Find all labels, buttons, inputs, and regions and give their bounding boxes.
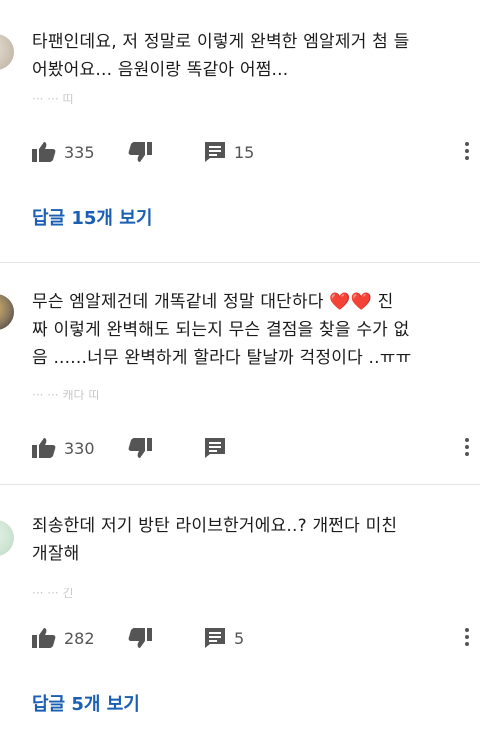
thumbs-down-icon <box>128 438 152 458</box>
view-replies-link[interactable]: 답글 5개 보기 <box>32 690 140 716</box>
faded-text: ··· ··· 띠 <box>32 94 74 104</box>
comment-icon <box>205 142 225 162</box>
reply-count: 5 <box>234 628 245 648</box>
divider <box>0 484 480 485</box>
like-count: 335 <box>64 142 95 162</box>
avatar[interactable] <box>0 294 14 330</box>
divider <box>0 262 480 263</box>
comment-text: 죄송한데 저기 방탄 라이브한거에요..? 개쩐다 미친 개잘해 <box>32 516 398 564</box>
comment-text: 무슨 엠알제건데 개똑같네 정말 대단하다 ❤️❤️ 진 짜 이렇게 완벽해도 … <box>32 292 412 368</box>
comment-actions: 335 15 <box>0 132 480 172</box>
comment-actions: 330 <box>0 428 480 468</box>
comment-actions: 282 5 <box>0 618 480 658</box>
dislike-button[interactable] <box>128 132 152 172</box>
reply-button[interactable]: 5 <box>204 618 244 658</box>
more-vert-icon[interactable] <box>464 628 470 648</box>
dislike-button[interactable] <box>128 618 152 658</box>
thumbs-up-icon <box>32 142 56 162</box>
reply-button[interactable]: 15 <box>204 132 254 172</box>
reply-count: 15 <box>234 142 255 162</box>
like-count: 330 <box>64 438 95 458</box>
dislike-button[interactable] <box>128 428 152 468</box>
more-vert-icon[interactable] <box>464 438 470 458</box>
comment-icon <box>205 628 225 648</box>
thumbs-down-icon <box>128 628 152 648</box>
like-button[interactable]: 335 <box>32 132 95 172</box>
reply-button[interactable] <box>204 428 226 468</box>
thumbs-down-icon <box>128 142 152 162</box>
avatar[interactable] <box>0 520 14 556</box>
view-replies-link[interactable]: 답글 15개 보기 <box>32 204 152 230</box>
thumbs-up-icon <box>32 628 56 648</box>
like-button[interactable]: 282 <box>32 618 95 658</box>
like-count: 282 <box>64 628 95 648</box>
faded-text: ··· ··· 캐다 띠 <box>32 390 100 400</box>
faded-text: ··· ··· 긴 <box>32 588 74 598</box>
like-button[interactable]: 330 <box>32 428 95 468</box>
more-vert-icon[interactable] <box>464 142 470 162</box>
comment-icon <box>205 438 225 458</box>
thumbs-up-icon <box>32 438 56 458</box>
avatar[interactable] <box>0 34 14 70</box>
comment-text: 타팬인데요, 저 정말로 이렇게 완벽한 엠알제거 첨 들 어봤어요... 음원… <box>32 32 410 80</box>
